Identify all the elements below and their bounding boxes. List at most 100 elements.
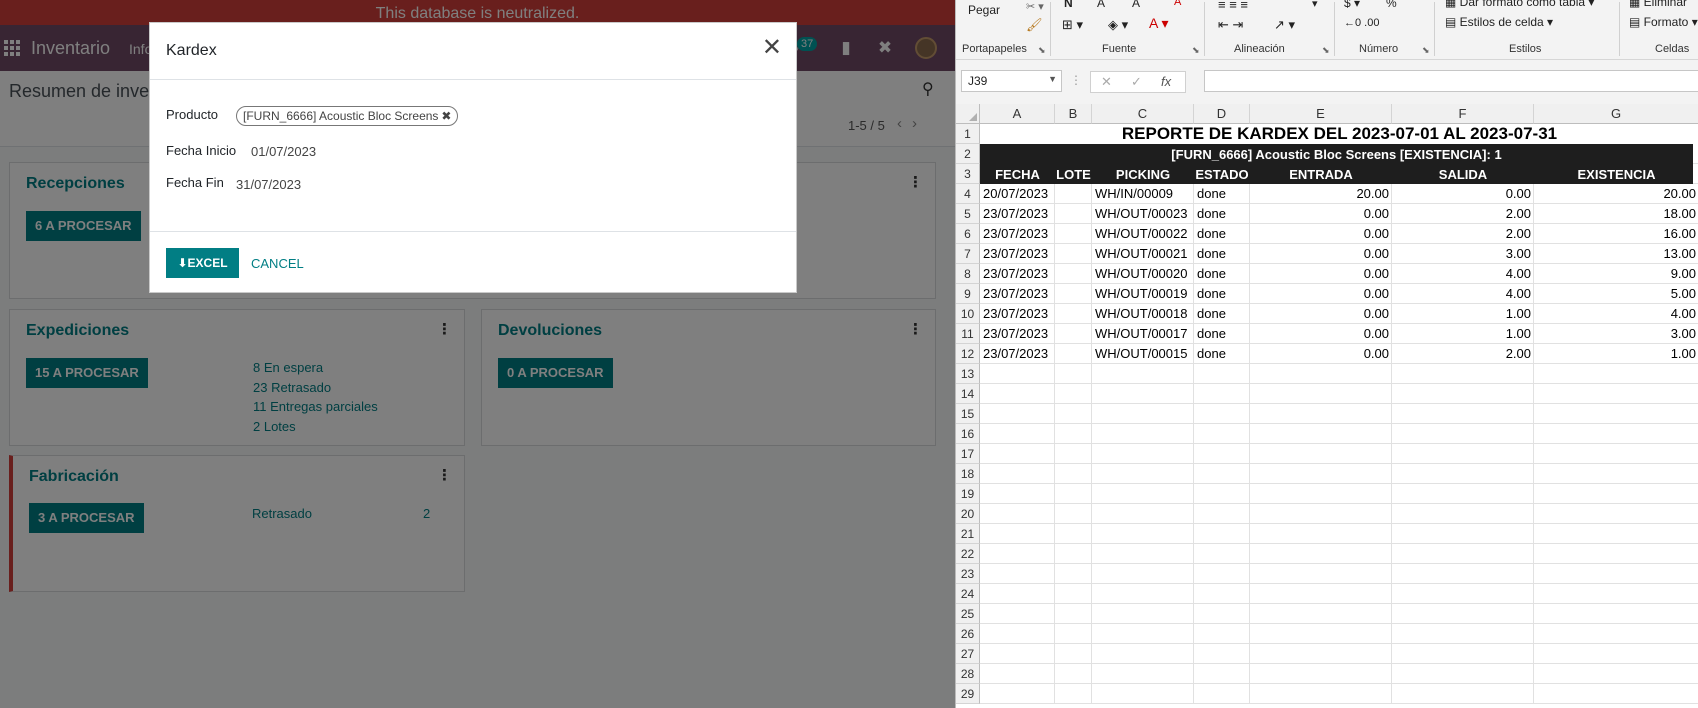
name-box[interactable]: J39 ▼	[961, 70, 1062, 92]
grid-cell[interactable]	[1092, 524, 1194, 544]
grid-cell[interactable]	[1392, 564, 1534, 584]
grid-cell[interactable]	[1392, 404, 1534, 424]
data-cell[interactable]: WH/OUT/00018	[1095, 304, 1191, 324]
row-header[interactable]: 25	[956, 604, 980, 624]
column-header[interactable]: C	[1092, 104, 1194, 124]
data-cell[interactable]: 1.00	[1395, 324, 1531, 344]
grid-cell[interactable]	[1392, 424, 1534, 444]
data-cell[interactable]: done	[1197, 224, 1247, 244]
grid-cell[interactable]	[1194, 364, 1250, 384]
grid-cell[interactable]	[980, 684, 1055, 704]
grid-cell[interactable]	[1392, 524, 1534, 544]
data-cell[interactable]	[1058, 324, 1089, 344]
grid-cell[interactable]	[1055, 444, 1092, 464]
worksheet[interactable]: A B C D E F G 1 2 3 4 5 6 7 8 9 10 11 12 13 14 15 16 17 18 19 20 21…	[956, 104, 1698, 708]
grid-cell[interactable]	[1392, 544, 1534, 564]
data-cell[interactable]: 3.00	[1537, 324, 1696, 344]
data-cell[interactable]: 0.00	[1253, 244, 1389, 264]
excel-button[interactable]: ⬇EXCEL	[166, 248, 239, 278]
grid-cell[interactable]	[1092, 464, 1194, 484]
grid-cell[interactable]	[1055, 504, 1092, 524]
row-header[interactable]: 21	[956, 524, 980, 544]
grid-cell[interactable]	[1250, 604, 1392, 624]
grid-cell[interactable]	[980, 624, 1055, 644]
grid-cell[interactable]	[1055, 484, 1092, 504]
grid-cell[interactable]	[1194, 504, 1250, 524]
grid-cell[interactable]	[980, 604, 1055, 624]
cancel-icon[interactable]: ✕	[1101, 74, 1112, 90]
select-all-corner[interactable]	[956, 104, 980, 124]
fill-color-icon[interactable]: ◈ ▾	[1108, 17, 1128, 33]
grid-cell[interactable]	[1534, 604, 1698, 624]
row-header[interactable]: 2	[956, 144, 980, 164]
column-header[interactable]: A	[980, 104, 1055, 124]
grid-cell[interactable]	[980, 524, 1055, 544]
data-cell[interactable]: 16.00	[1537, 224, 1696, 244]
data-cell[interactable]: done	[1197, 324, 1247, 344]
data-cell[interactable]: 23/07/2023	[983, 344, 1052, 364]
data-cell[interactable]: 20.00	[1253, 184, 1389, 204]
function-icon[interactable]: fx	[1161, 74, 1171, 89]
cell-styles-button[interactable]: ▤ Estilos de celda ▾	[1445, 15, 1553, 29]
grid-cell[interactable]	[980, 584, 1055, 604]
grid-cell[interactable]	[980, 664, 1055, 684]
grid-cell[interactable]	[1534, 404, 1698, 424]
row-header[interactable]: 18	[956, 464, 980, 484]
grid-cell[interactable]	[1392, 384, 1534, 404]
grid-cell[interactable]	[1392, 604, 1534, 624]
dialog-launcher-icon[interactable]: ⬊	[1038, 45, 1046, 56]
percent-icon[interactable]: %	[1386, 0, 1397, 10]
borders-icon[interactable]: ⊞ ▾	[1062, 17, 1083, 33]
data-cell[interactable]: 1.00	[1395, 304, 1531, 324]
grid-cell[interactable]	[1092, 644, 1194, 664]
currency-icon[interactable]: $ ▾	[1344, 0, 1360, 10]
row-header[interactable]: 5	[956, 204, 980, 224]
grid-cell[interactable]	[1055, 544, 1092, 564]
data-cell[interactable]: WH/IN/00009	[1095, 184, 1191, 204]
data-cell[interactable]: 23/07/2023	[983, 264, 1052, 284]
grid-cell[interactable]	[1534, 464, 1698, 484]
data-cell[interactable]	[1058, 284, 1089, 304]
data-cell[interactable]: 9.00	[1537, 264, 1696, 284]
row-header[interactable]: 27	[956, 644, 980, 664]
grid-cell[interactable]	[1534, 484, 1698, 504]
grid-cell[interactable]	[1392, 484, 1534, 504]
row-header[interactable]: 20	[956, 504, 980, 524]
data-cell[interactable]: done	[1197, 264, 1247, 284]
data-cell[interactable]: 2.00	[1395, 224, 1531, 244]
grid-cell[interactable]	[1055, 584, 1092, 604]
grid-cell[interactable]	[1534, 364, 1698, 384]
data-cell[interactable]: 0.00	[1253, 304, 1389, 324]
grid-cell[interactable]	[1092, 564, 1194, 584]
data-cell[interactable]: done	[1197, 344, 1247, 364]
row-header[interactable]: 19	[956, 484, 980, 504]
formula-input[interactable]	[1204, 70, 1698, 92]
row-header[interactable]: 11	[956, 324, 980, 344]
data-cell[interactable]: 20/07/2023	[983, 184, 1052, 204]
cut-icon[interactable]: ✂ ▾	[1026, 0, 1044, 13]
column-header[interactable]: B	[1055, 104, 1092, 124]
data-cell[interactable]: 18.00	[1537, 204, 1696, 224]
grid-cell[interactable]	[1250, 504, 1392, 524]
grid-cell[interactable]	[1055, 664, 1092, 684]
grid-cell[interactable]	[1250, 624, 1392, 644]
paste-button[interactable]: Pegar	[968, 3, 1000, 17]
data-cell[interactable]: 0.00	[1253, 344, 1389, 364]
chevron-down-icon[interactable]: ▼	[1048, 74, 1057, 84]
grid-cell[interactable]	[980, 464, 1055, 484]
data-cell[interactable]: WH/OUT/00022	[1095, 224, 1191, 244]
grid-cell[interactable]	[1250, 664, 1392, 684]
grid-cell[interactable]	[1534, 384, 1698, 404]
data-cell[interactable]	[1058, 304, 1089, 324]
font-size-up-icon[interactable]: A	[1097, 0, 1105, 10]
grid-cell[interactable]	[1392, 584, 1534, 604]
grid-cell[interactable]	[1194, 584, 1250, 604]
grid-cell[interactable]	[1194, 604, 1250, 624]
grid-cell[interactable]	[1534, 564, 1698, 584]
grid-cell[interactable]	[1534, 444, 1698, 464]
data-cell[interactable]	[1058, 224, 1089, 244]
column-header[interactable]: F	[1392, 104, 1534, 124]
grid-cell[interactable]	[1250, 564, 1392, 584]
grid-cell[interactable]	[1194, 684, 1250, 704]
data-cell[interactable]: WH/OUT/00019	[1095, 284, 1191, 304]
